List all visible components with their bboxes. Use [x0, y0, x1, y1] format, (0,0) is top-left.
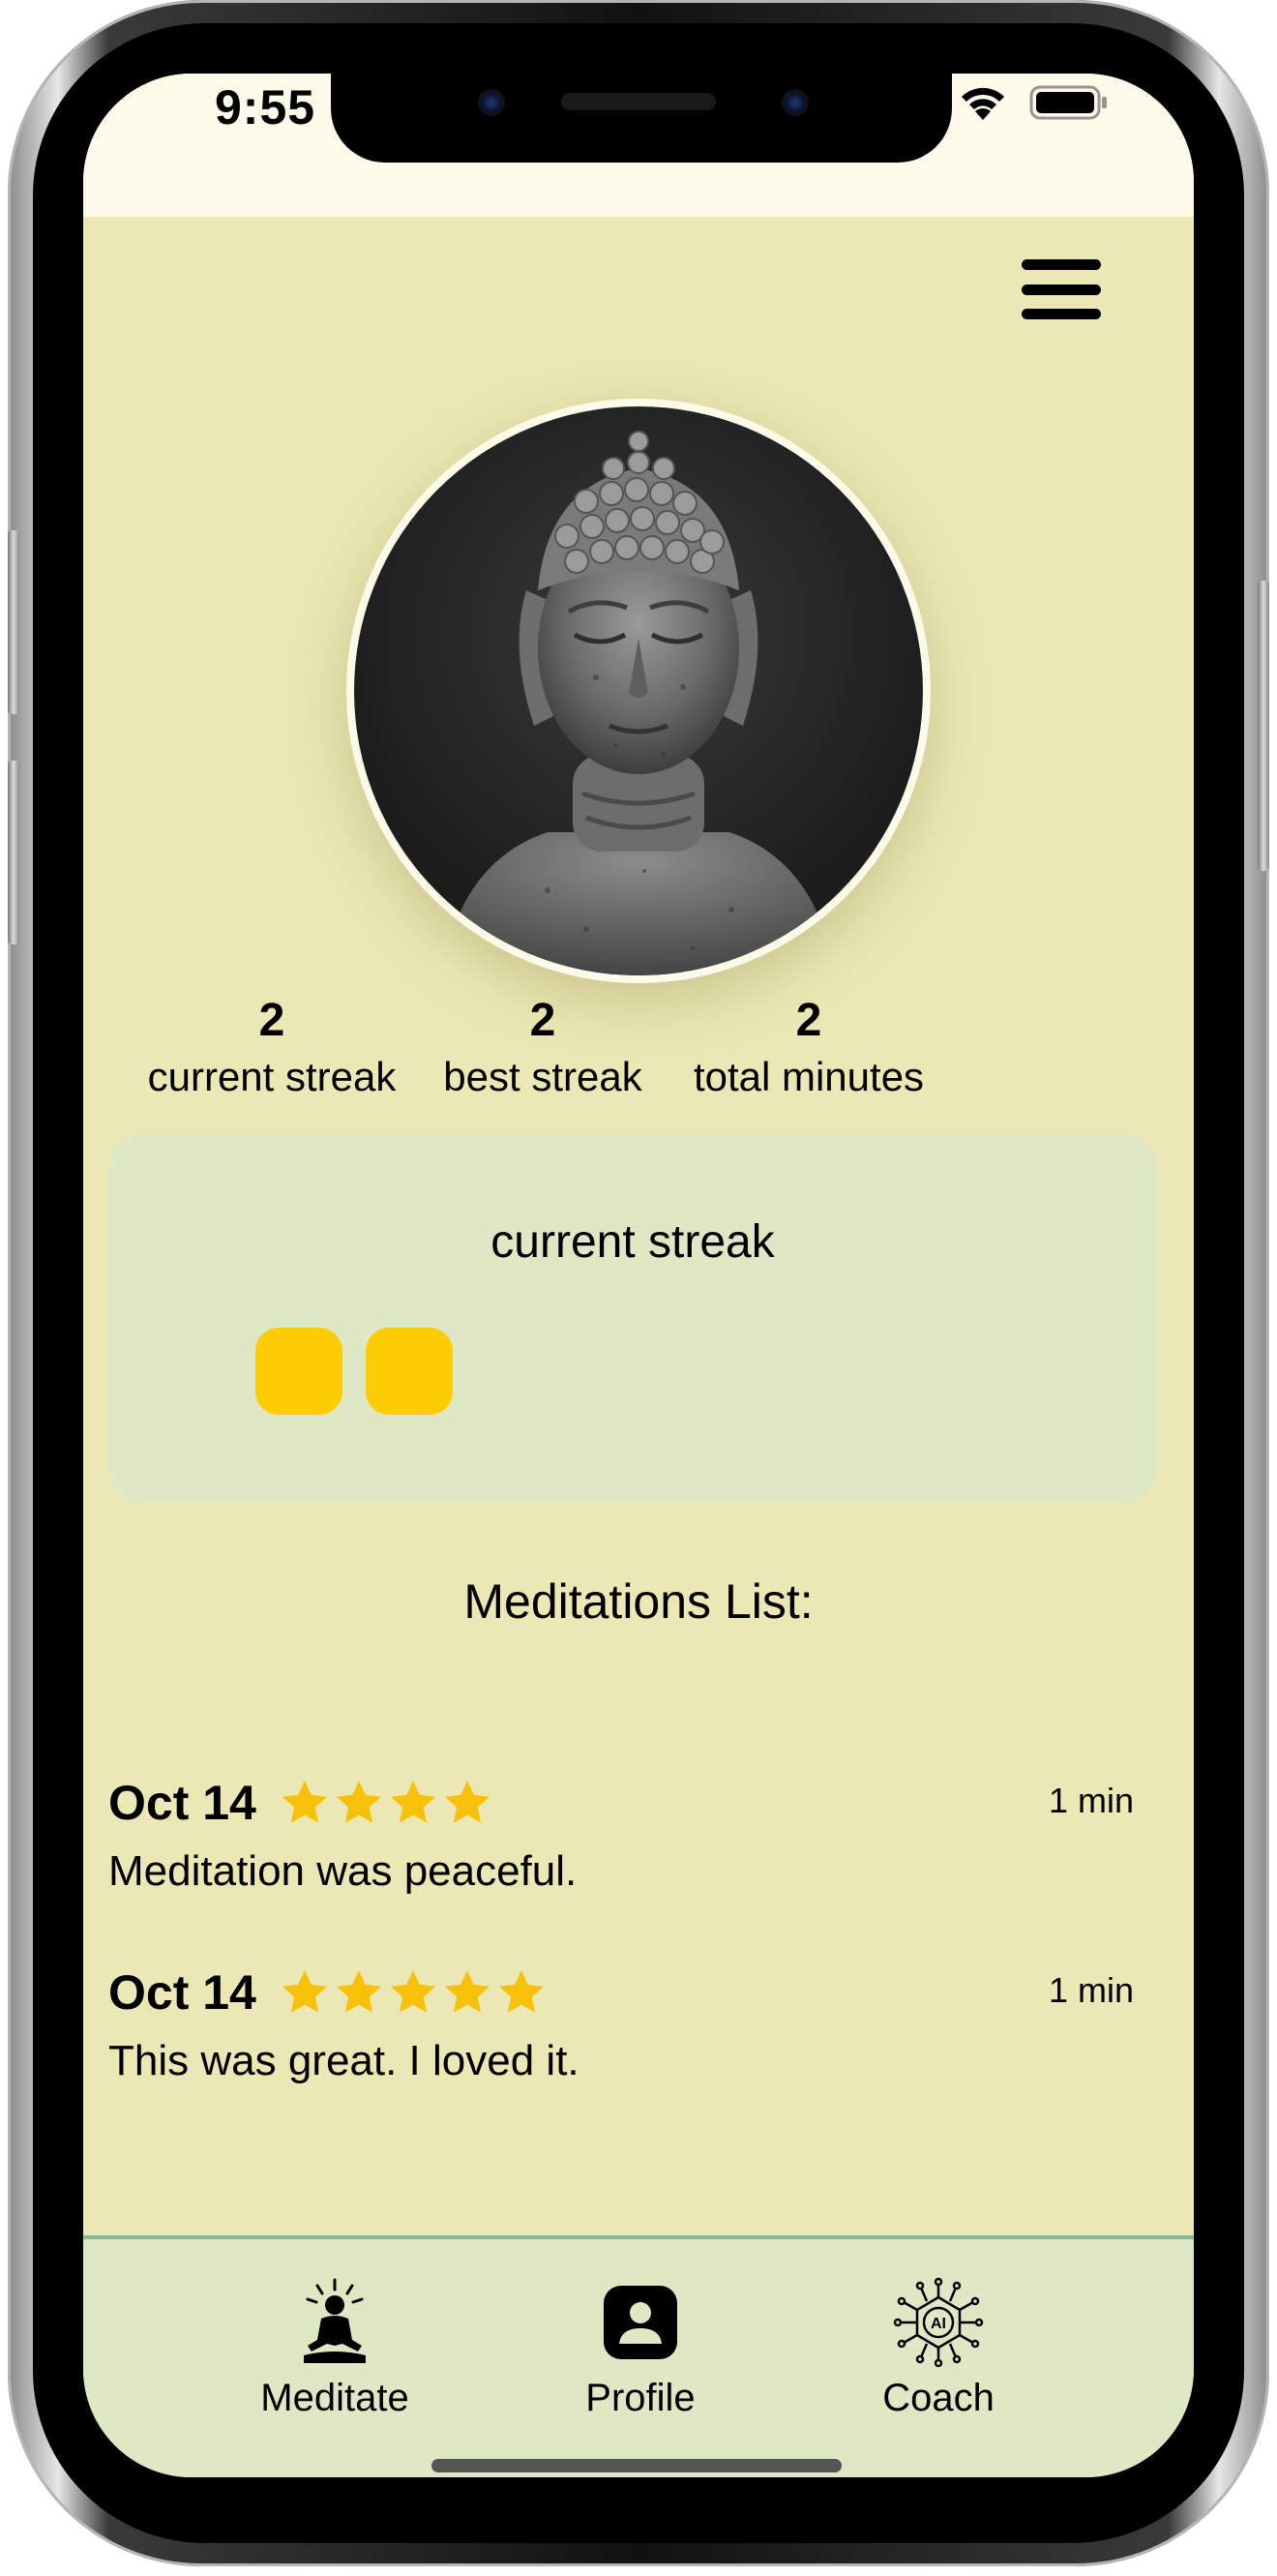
tab-label: Profile — [585, 2377, 696, 2419]
tab-label: Meditate — [260, 2377, 409, 2419]
front-camera — [782, 89, 809, 116]
meditation-entry[interactable]: Oct 14 1 min This was great. I loved it. — [108, 1959, 1134, 2133]
streak-card-title: current streak — [490, 1216, 775, 1268]
star-icon — [391, 1970, 435, 2013]
volume-down-button — [8, 761, 19, 944]
meditation-date: Oct 14 — [108, 1965, 256, 2020]
buddha-statue-image — [354, 406, 923, 975]
stat-value: 2 — [529, 995, 556, 1046]
stat-total-minutes: 2 total minutes — [673, 993, 944, 1105]
buddha-statue-illustration — [441, 431, 836, 975]
volume-up-button — [8, 530, 19, 714]
meditations-list-title: Meditations List: — [463, 1574, 814, 1629]
streak-card: current streak — [108, 1134, 1157, 1502]
stat-label: current streak — [147, 1054, 397, 1099]
star-icon — [499, 1970, 544, 2013]
star-icon — [445, 1970, 490, 2013]
status-icons — [958, 83, 1109, 122]
power-button — [1258, 581, 1269, 871]
profile-icon — [604, 2286, 677, 2359]
front-sensor — [478, 89, 505, 116]
meditation-person-icon — [304, 2278, 366, 2363]
tab-label: Coach — [882, 2377, 995, 2419]
star-icon — [445, 1781, 490, 1823]
star-rating — [279, 1966, 548, 2019]
wifi-icon — [962, 87, 1004, 120]
stat-label: total minutes — [693, 1054, 925, 1099]
meditation-note: This was great. I loved it. — [108, 2037, 579, 2084]
tab-profile[interactable]: Profile — [515, 2239, 766, 2433]
home-indicator[interactable] — [431, 2459, 842, 2472]
menu-bar — [1022, 284, 1101, 295]
tab-coach[interactable]: AI Coach — [813, 2239, 1064, 2433]
star-icon — [282, 1781, 327, 1823]
menu-bar — [1022, 259, 1101, 270]
streak-day-box — [255, 1328, 342, 1415]
svg-text:AI: AI — [931, 2316, 946, 2332]
stat-label: best streak — [443, 1054, 642, 1099]
app-screen: 9:55 2 current streak 2 best streak 2 to… — [83, 74, 1194, 2477]
stat-current-streak: 2 current streak — [132, 993, 412, 1105]
streak-day-box — [366, 1328, 453, 1415]
streak-day-boxes — [255, 1328, 453, 1415]
tab-meditate[interactable]: Meditate — [209, 2239, 460, 2433]
star-icon — [337, 1970, 381, 2013]
status-time: 9:55 — [215, 80, 316, 135]
ai-chip-icon: AI — [893, 2277, 984, 2368]
meditation-date: Oct 14 — [108, 1776, 256, 1830]
profile-avatar[interactable] — [346, 399, 931, 983]
stat-best-streak: 2 best streak — [412, 993, 673, 1105]
star-icon — [282, 1970, 327, 2013]
stat-value: 2 — [258, 995, 285, 1046]
stat-value: 2 — [795, 995, 822, 1046]
battery-icon — [1029, 85, 1107, 120]
star-icon — [337, 1781, 381, 1823]
device-notch — [331, 74, 952, 163]
meditation-entry[interactable]: Oct 14 1 min Meditation was peaceful. — [108, 1769, 1134, 1943]
star-rating — [279, 1777, 493, 1829]
meditation-note: Meditation was peaceful. — [108, 1847, 578, 1895]
hamburger-menu-icon[interactable] — [1022, 259, 1101, 319]
meditation-duration: 1 min — [1048, 1781, 1134, 1820]
bottom-tab-bar: Meditate Profile AI Coach — [83, 2235, 1194, 2477]
star-icon — [391, 1781, 435, 1823]
menu-bar — [1022, 309, 1101, 319]
meditation-duration: 1 min — [1048, 1970, 1134, 2010]
earpiece-speaker — [561, 93, 716, 110]
